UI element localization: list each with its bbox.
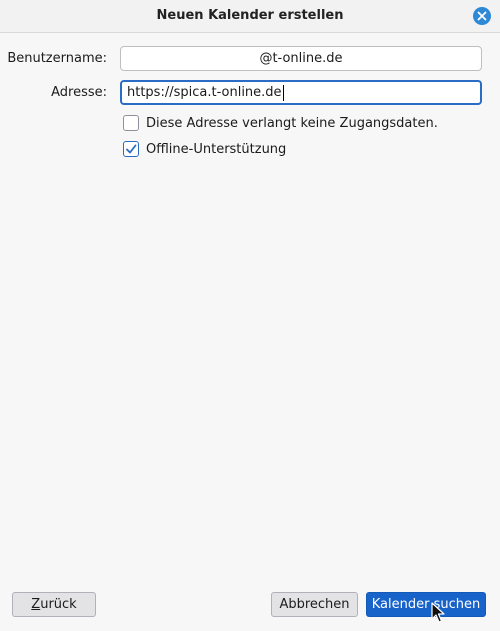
back-access-key: Z	[31, 597, 41, 612]
mouse-pointer-icon	[431, 602, 445, 623]
back-label: urück	[40, 597, 77, 612]
username-label: Benutzername:	[7, 51, 107, 66]
offline-support-option[interactable]: Offline-Unterstützung	[123, 141, 286, 157]
username-value: @t-online.de	[259, 51, 343, 66]
no-credentials-checkbox[interactable]	[123, 115, 139, 131]
cancel-button[interactable]: Abbrechen	[271, 592, 358, 617]
no-credentials-option[interactable]: Diese Adresse verlangt keine Zugangsdate…	[123, 115, 438, 131]
offline-support-label: Offline-Unterstützung	[146, 141, 287, 157]
dialog-titlebar: Neuen Kalender erstellen	[0, 0, 500, 33]
back-button[interactable]: Zurück	[12, 592, 96, 617]
address-field[interactable]: https://spica.t-online.de	[120, 80, 482, 105]
close-button[interactable]	[473, 7, 491, 25]
username-field[interactable]: @t-online.de	[120, 46, 482, 71]
text-caret	[282, 84, 284, 101]
dialog-title: Neuen Kalender erstellen	[156, 8, 344, 23]
no-credentials-label: Diese Adresse verlangt keine Zugangsdate…	[146, 115, 438, 131]
find-calendar-button[interactable]: Kalender suchen	[366, 592, 486, 617]
address-label: Adresse:	[51, 85, 107, 100]
close-icon	[477, 11, 487, 21]
checkmark-icon	[126, 144, 137, 154]
address-value: https://spica.t-online.de	[127, 85, 282, 100]
offline-support-checkbox[interactable]	[123, 141, 139, 157]
